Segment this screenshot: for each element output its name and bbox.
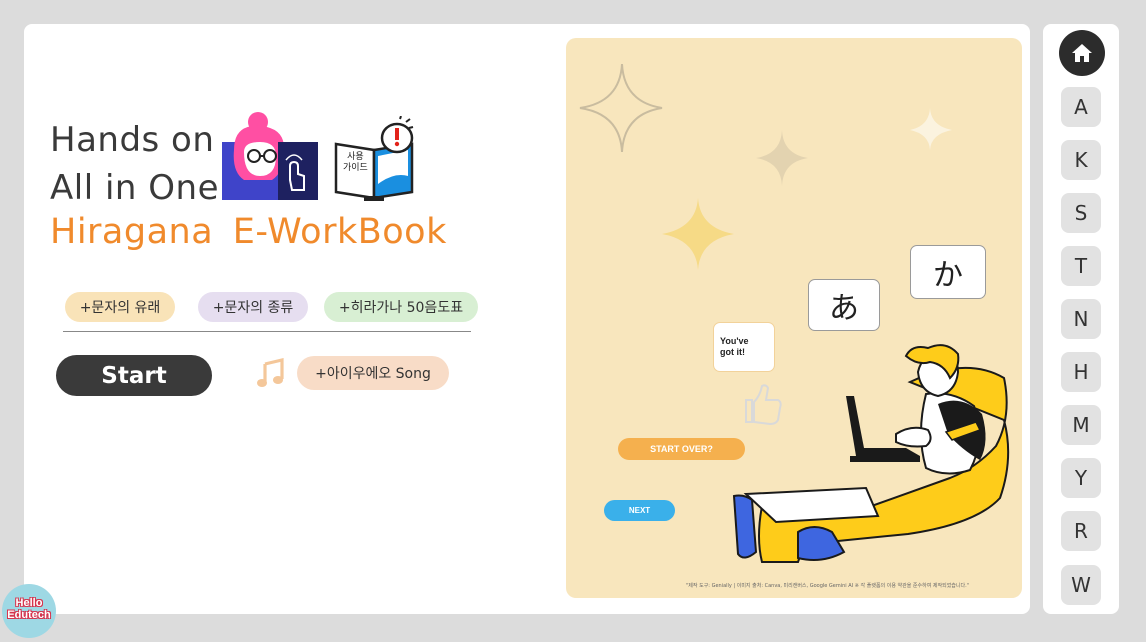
nav-row-a[interactable]: A [1061, 87, 1101, 127]
logo-line-2: Edutech [7, 609, 51, 621]
speech-bubble-got-it: You've got it! [713, 322, 775, 372]
title-line-2: All in One [50, 168, 219, 208]
nav-row-y[interactable]: Y [1061, 458, 1101, 498]
got-it-text: You've got it! [720, 336, 749, 357]
tablet-user-illustration [222, 112, 318, 200]
title-hiragana-workbook: Hiragana E-WorkBook [50, 212, 447, 252]
hello-edutech-logo[interactable]: Hello Edutech [2, 584, 56, 638]
topic-types-button[interactable]: +문자의 종류 [198, 292, 308, 322]
start-button[interactable]: Start [56, 355, 212, 396]
nav-row-t[interactable]: T [1061, 246, 1101, 286]
nav-row-r[interactable]: R [1061, 511, 1101, 551]
illustration-panel: か あ You've got it! START OVER? NEXT "제작 … [566, 38, 1022, 598]
aiueo-song-button[interactable]: +아이우에오 Song [297, 356, 449, 390]
speech-bubble-a: あ [808, 279, 880, 331]
speech-bubble-ka: か [910, 245, 986, 299]
title-line-1: Hands on [50, 120, 215, 160]
home-button[interactable] [1059, 30, 1105, 76]
music-note-icon[interactable] [256, 358, 284, 388]
guide-label-line1: 사용 [347, 152, 364, 162]
nav-row-k[interactable]: K [1061, 140, 1101, 180]
user-guide-book-icon[interactable]: 사용 가이드 [334, 116, 418, 202]
nav-row-n[interactable]: N [1061, 299, 1101, 339]
logo-line-1: Hello [15, 597, 43, 609]
topic-origin-button[interactable]: +문자의 유래 [65, 292, 175, 322]
nav-row-s[interactable]: S [1061, 193, 1101, 233]
guide-label-line2: 가이드 [343, 163, 368, 173]
nav-row-w[interactable]: W [1061, 565, 1101, 605]
home-icon [1072, 44, 1092, 62]
start-over-button[interactable]: START OVER? [618, 438, 745, 460]
topic-50-sounds-chart-button[interactable]: +히라가나 50음도표 [324, 292, 478, 322]
divider [63, 331, 471, 332]
nav-row-h[interactable]: H [1061, 352, 1101, 392]
nav-row-m[interactable]: M [1061, 405, 1101, 445]
credit-text: "제작 도구: Genially | 이미지 출처: Canva, 미리캔버스,… [686, 583, 969, 589]
next-button[interactable]: NEXT [604, 500, 675, 521]
